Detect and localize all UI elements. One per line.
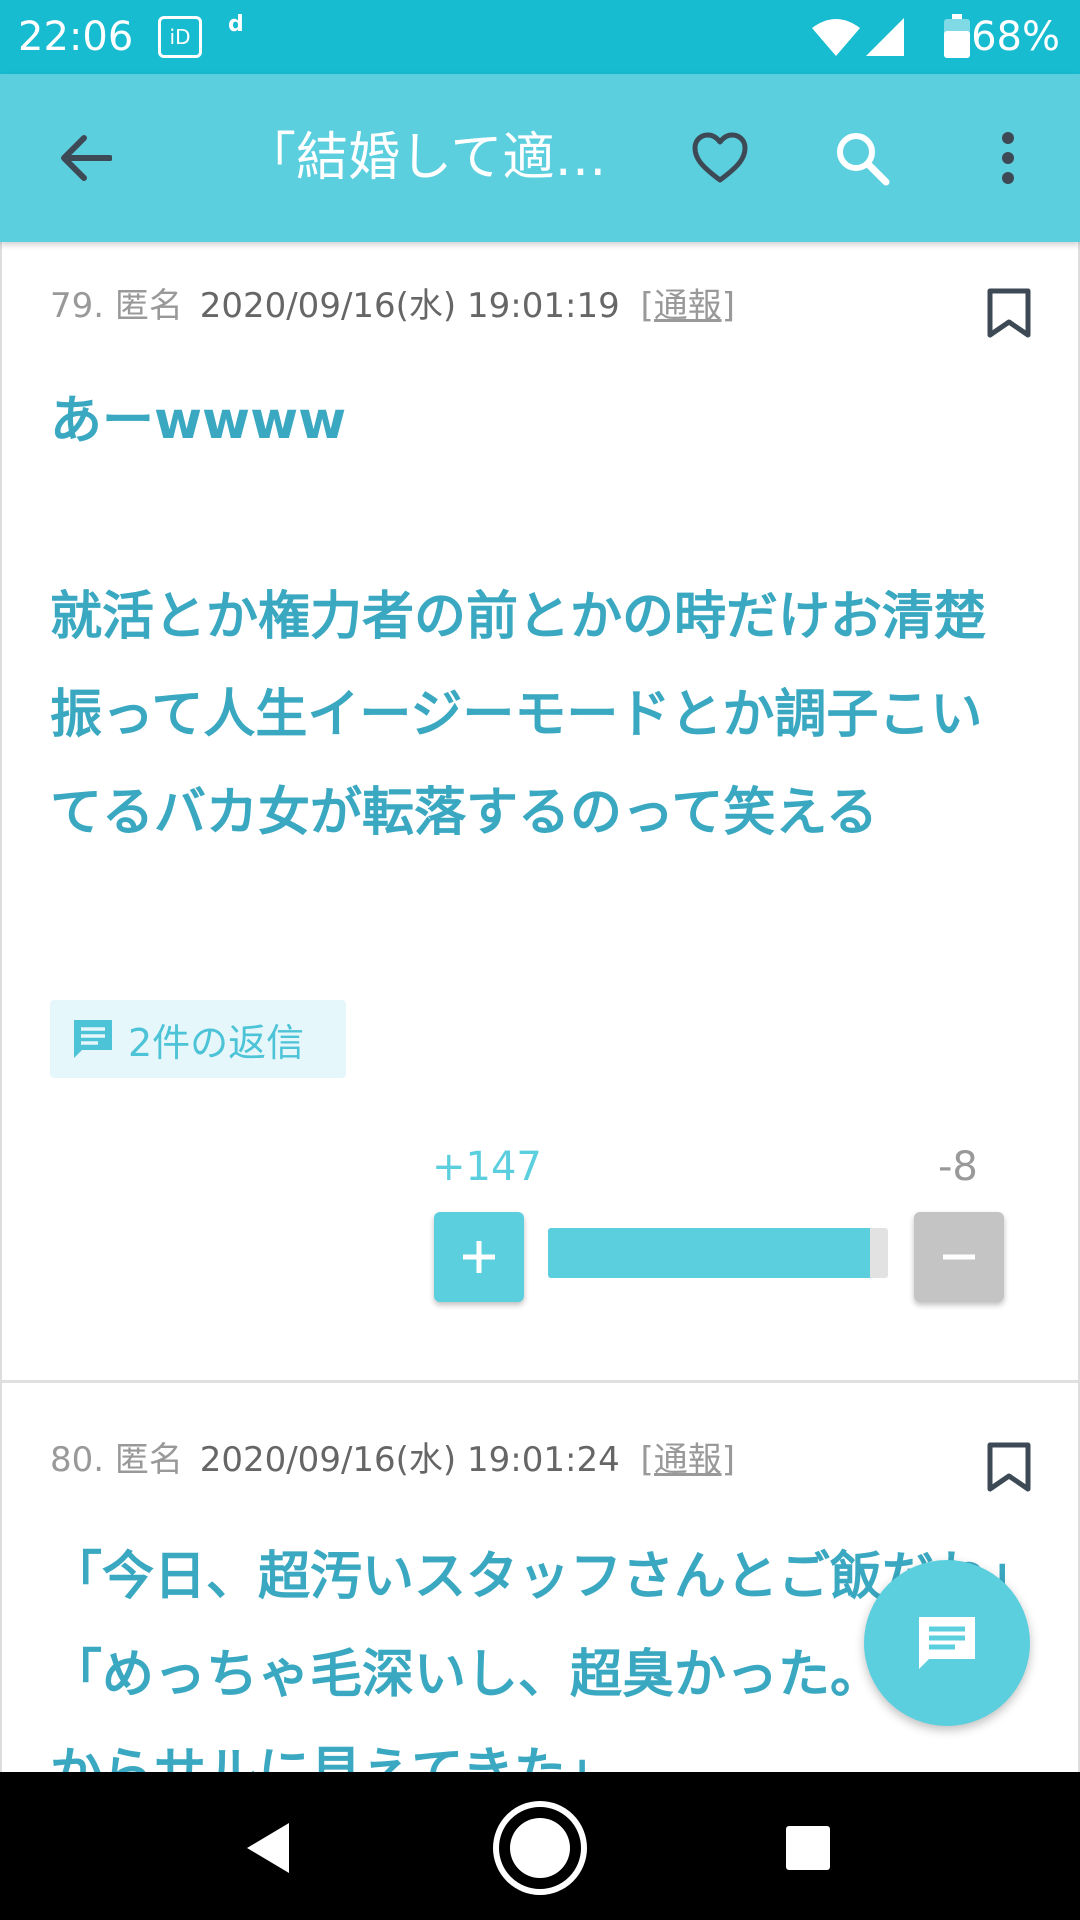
post-number: 80.: [50, 1440, 105, 1480]
battery-icon: [944, 14, 970, 58]
more-vertical-icon: [1002, 132, 1014, 184]
status-bar: 22:06 iD d 68%: [0, 0, 1080, 74]
home-circle-icon: [493, 1801, 587, 1895]
d-app-icon: d: [228, 12, 244, 37]
favorite-button[interactable]: [680, 118, 760, 198]
id-app-icon: iD: [158, 16, 202, 58]
report-link[interactable]: [通報]: [641, 1440, 736, 1480]
post-meta: 80. 匿名 2020/09/16(水) 19:01:24 [通報]: [50, 1432, 735, 1481]
back-button[interactable]: [46, 118, 126, 198]
post-author: 匿名: [114, 286, 183, 326]
triangle-back-icon: [247, 1823, 289, 1873]
square-recents-icon: [786, 1826, 830, 1870]
post-author: 匿名: [114, 1440, 183, 1480]
arrow-left-icon: [61, 135, 112, 181]
bookmark-icon[interactable]: [986, 288, 1032, 338]
replies-label: 2件の返信: [128, 1020, 305, 1065]
wifi-icon: [812, 19, 860, 56]
page-title: 「結婚して適…: [244, 128, 607, 188]
signal-icon: [866, 18, 904, 56]
comment-icon: [919, 1617, 975, 1669]
search-icon: [837, 133, 890, 186]
vote-ratio-bar: [548, 1228, 888, 1278]
nav-home-button[interactable]: [490, 1798, 590, 1898]
more-options-button[interactable]: [968, 118, 1048, 198]
plus-icon: [463, 1241, 495, 1273]
status-time: 22:06: [18, 14, 134, 60]
post-body: あーwwww 就活とか権力者の前とかの時だけお清楚振って人生イージーモードとか調…: [50, 391, 987, 843]
post-date: 2020/09/16(水) 19:01:19: [199, 286, 620, 326]
write-comment-button[interactable]: [864, 1560, 1030, 1726]
post-number: 79.: [50, 286, 105, 326]
app-toolbar: 「結婚して適…: [0, 74, 1080, 242]
nav-recents-button[interactable]: [758, 1798, 858, 1898]
minus-icon: [943, 1254, 975, 1260]
heart-icon: [692, 132, 748, 183]
post-divider: [2, 1380, 1078, 1383]
report-link[interactable]: [通報]: [641, 286, 736, 326]
plus-vote-button[interactable]: [434, 1212, 524, 1302]
system-nav-bar: [0, 1772, 1080, 1920]
post-meta: 79. 匿名 2020/09/16(水) 19:01:19 [通報]: [50, 278, 735, 327]
nav-back-button[interactable]: [218, 1798, 318, 1898]
replies-button[interactable]: 2件の返信: [50, 1000, 346, 1078]
post-list[interactable]: 79. 匿名 2020/09/16(水) 19:01:19 [通報] あーwww…: [0, 242, 1080, 1772]
vote-ratio-fill: [548, 1228, 871, 1278]
plus-vote-count: +147: [432, 1144, 542, 1190]
post-date: 2020/09/16(水) 19:01:24: [199, 1440, 620, 1480]
minus-vote-button[interactable]: [914, 1212, 1004, 1302]
bookmark-icon[interactable]: [986, 1442, 1032, 1492]
battery-percent: 68%: [971, 14, 1060, 60]
search-button[interactable]: [822, 118, 902, 198]
comment-icon: [74, 1020, 112, 1058]
minus-vote-count: -8: [938, 1144, 978, 1190]
